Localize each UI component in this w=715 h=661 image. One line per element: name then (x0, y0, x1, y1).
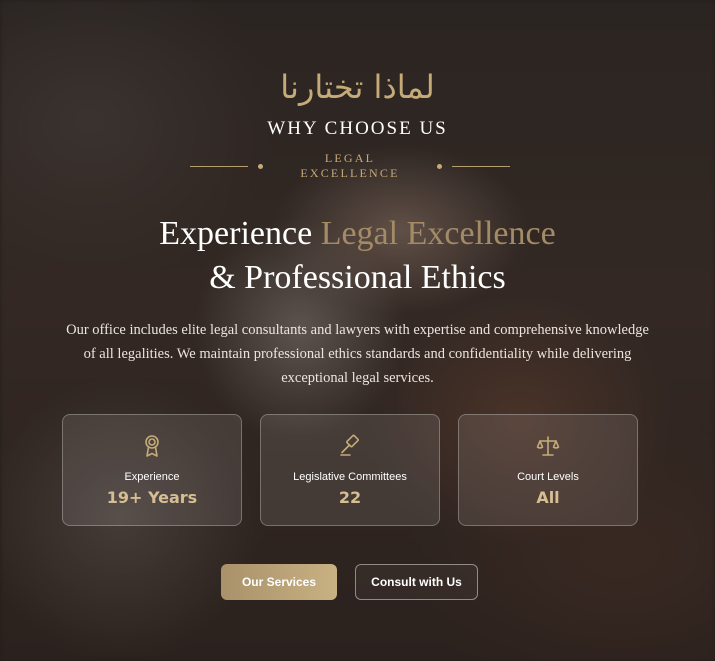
our-services-button[interactable]: Our Services (221, 564, 337, 600)
stat-value: 19+ Years (106, 488, 198, 507)
arabic-title: لماذا تختارنا (280, 68, 435, 106)
divider-dot-left (257, 163, 263, 169)
headline-part2: & Professional Ethics (209, 259, 506, 296)
scales-icon (536, 436, 560, 456)
award-icon (145, 435, 159, 457)
stat-label: Legislative Committees (293, 471, 407, 483)
stat-label: Experience (124, 471, 180, 483)
gavel-icon (340, 434, 359, 456)
stat-label: Court Levels (517, 471, 579, 483)
tagline: LEGAL EXCELLENCE (300, 151, 400, 180)
divider-line-left (189, 165, 248, 167)
stats-cards: Experience 19+ Years Legislative Committ… (62, 414, 638, 526)
stat-value: 22 (338, 488, 362, 507)
tagline-divider: LEGAL EXCELLENCE (189, 151, 511, 180)
headline-part1: Experience (159, 215, 313, 252)
divider-dot-right (437, 163, 443, 169)
stat-card-experience: Experience 19+ Years (62, 414, 242, 526)
headline-highlight: Legal Excellence (320, 215, 556, 252)
stat-card-legislative-committees: Legislative Committees 22 (260, 414, 440, 526)
headline: Experience Legal Excellence & Profession… (0, 212, 715, 300)
why-choose-us-section: لماذا تختارنا WHY CHOOSE US LEGAL EXCELL… (0, 0, 715, 661)
divider-line-right (452, 165, 511, 167)
section-kicker: WHY CHOOSE US (267, 118, 448, 139)
stat-value: All (536, 488, 560, 507)
stat-card-court-levels: Court Levels All (458, 414, 638, 526)
section-description: Our office includes elite legal consulta… (66, 322, 649, 386)
consult-with-us-button[interactable]: Consult with Us (355, 564, 478, 600)
